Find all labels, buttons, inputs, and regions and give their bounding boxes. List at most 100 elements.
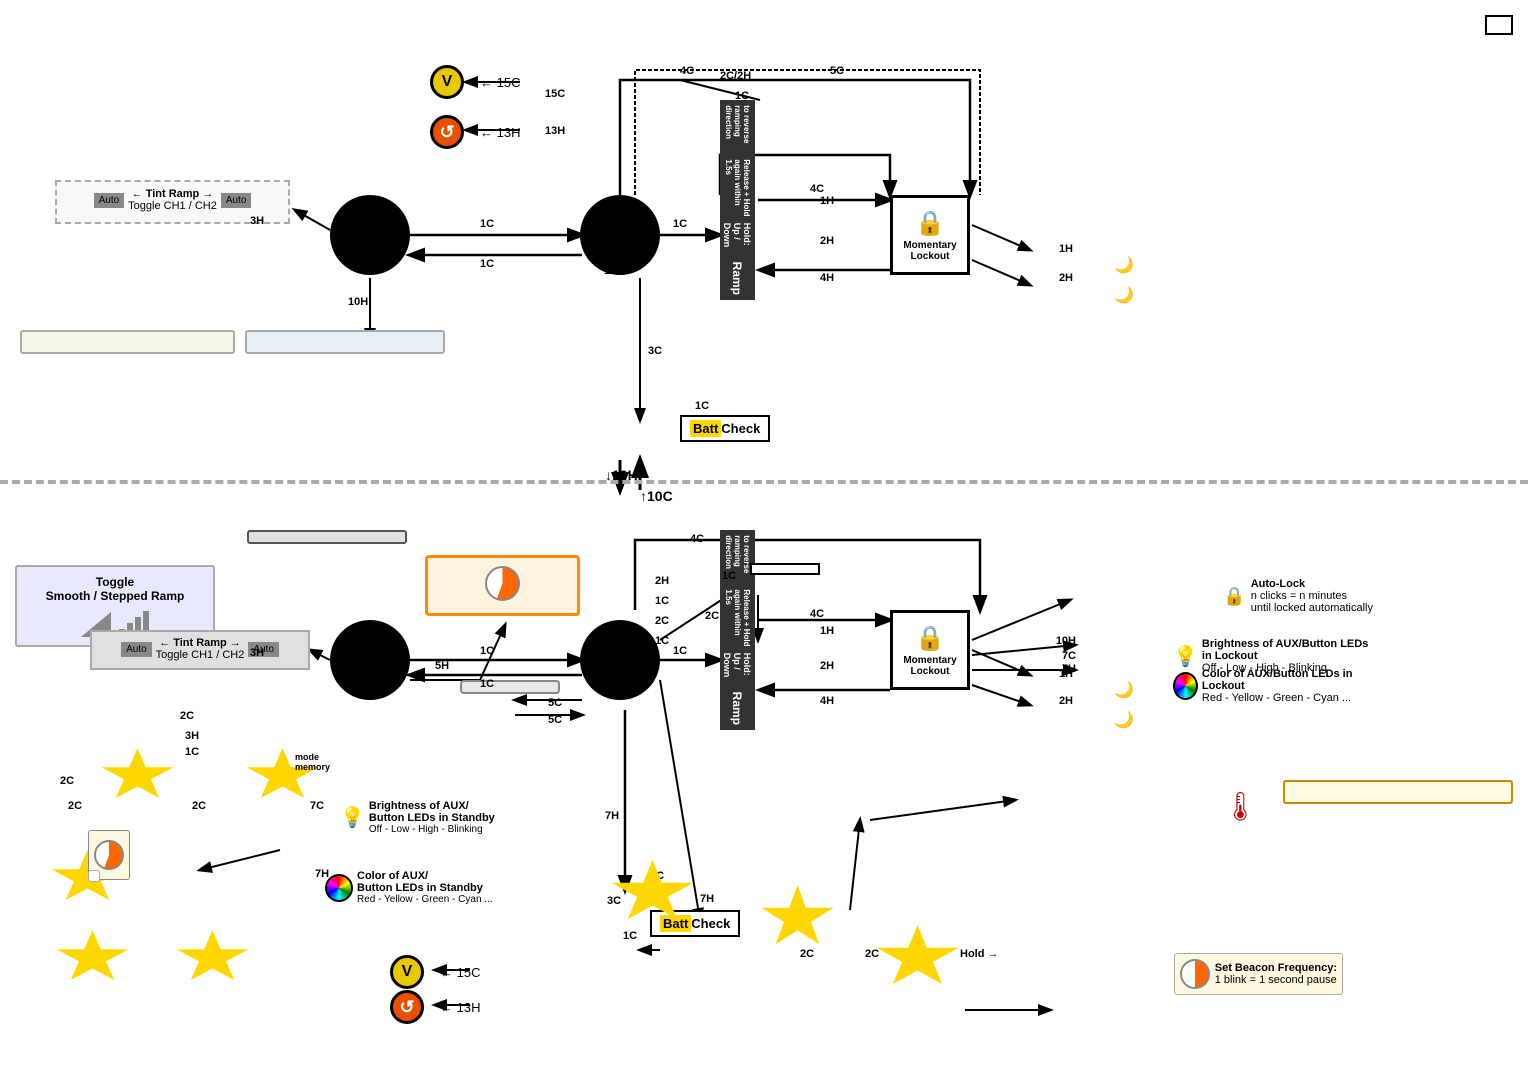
1c-off-on-simple: 1C <box>480 258 494 270</box>
color-wheel-lockout <box>1173 672 1198 700</box>
1c-batt-adv: 1C <box>623 930 637 942</box>
factory-reset-icon: ↺ <box>430 115 464 149</box>
on-state-simple <box>330 195 410 275</box>
lock-icon-simple: 🔒 <box>915 209 945 238</box>
manual-mem-box <box>245 330 445 354</box>
aux-bright-standby-title: Brightness of AUX/ <box>369 800 495 812</box>
sunset-pie-chart <box>485 566 520 601</box>
tint-ramp-label: ← Tint Ramp →Toggle CH1 / CH2 <box>128 188 217 212</box>
7h-aux-color-standby: 7H <box>315 868 329 880</box>
factory-reset-13h: ← 13H <box>480 125 520 140</box>
aux-color-title: Color of AUX/Button LEDs in Lockout <box>1202 668 1373 692</box>
off-state-simple <box>580 195 660 275</box>
aux-color-standby-title2: Button LEDs in Standby <box>357 882 493 894</box>
10h-autolock: 10H <box>1056 635 1076 647</box>
15c-simple: 15C <box>545 88 565 100</box>
on-state-advanced <box>330 620 410 700</box>
2c-2h-label: 2C/2H <box>720 70 751 82</box>
lightning-node <box>100 748 175 803</box>
moon-icon-low-advanced: 🌙 <box>1114 710 1134 730</box>
aux-bright-standby-desc: Off - Low - High - Blinking <box>369 824 495 835</box>
5c-top-simple: 5C <box>830 65 844 77</box>
version-check-simple: V ← 15C <box>430 65 520 99</box>
hold-beacon: Hold → <box>960 948 999 960</box>
2h-lock-simple: 2H <box>1059 272 1073 284</box>
actions-box <box>1485 15 1513 35</box>
1h-ramp-adv: 1H <box>820 625 834 637</box>
3c-batt-advanced: 3C <box>607 895 621 907</box>
2c-strobe4: 2C <box>192 800 206 812</box>
version-check-icon: V <box>430 65 464 99</box>
tint-ramp-advanced: Auto ← Tint Ramp →Toggle CH1 / CH2 Auto <box>90 630 310 670</box>
4c-ramp-lockout-advanced: 4C <box>810 608 824 620</box>
1c-off-on-advanced: 1C <box>480 678 494 690</box>
strobe-actions-box <box>88 870 100 882</box>
batt-check-advanced: BattCheck <box>650 910 740 937</box>
color-wheel-standby <box>325 874 353 902</box>
2h-ramp-adv: 2H <box>820 660 834 672</box>
4c-ramp-lockout-simple: 4C <box>810 183 824 195</box>
aux-color-desc: Red - Yellow - Green - Cyan ... <box>1202 692 1373 704</box>
10h-label: 10H <box>348 296 368 308</box>
check-label-advanced: Check <box>691 916 730 931</box>
moon-icon-advanced: 🌙 <box>1114 680 1134 700</box>
activate-mem-box <box>247 530 407 544</box>
momentary-lockout-label-advanced: Momentary Lockout <box>899 655 961 677</box>
1c-label-top: 1C <box>735 90 749 102</box>
3h-on-tint: 3H <box>250 215 264 227</box>
mode-label: mode <box>295 752 319 762</box>
factory-reset-advanced: ↺ ← 13H <box>390 990 480 1024</box>
auto-label-left: Auto <box>94 193 125 208</box>
4h-lockout-off-simple: 4H <box>820 272 834 284</box>
1c-candle: 1C <box>185 746 199 758</box>
5h-sunset: 5H <box>435 660 449 672</box>
2h-off-adv: 2H <box>655 575 669 587</box>
7h-voltage: 7H <box>700 893 714 905</box>
aux-bright-standby-title2: Button LEDs in Standby <box>369 812 495 824</box>
ramp-simple: Ramp Hold: Up / Down Release + Hold agai… <box>720 100 755 300</box>
beacon-freq-note: 1 blink = 1 second pause <box>1215 974 1337 986</box>
candle-pie-chart <box>94 840 124 870</box>
factory-reset-icon-adv: ↺ <box>390 990 424 1024</box>
temp-check-box: 🌡 <box>1222 790 1258 823</box>
moon-icon-simple: 🌙 <box>1114 255 1134 275</box>
10h-down-label: ↓10H <box>605 467 638 483</box>
7c-aux-bright: 7C <box>1062 650 1076 662</box>
3h-on-adv: 3H <box>250 647 264 659</box>
beacon-node <box>875 925 960 990</box>
5c-momentary: 5C <box>548 697 562 709</box>
memory-label: memory <box>295 762 330 772</box>
1c-batt-back-simple: 1C <box>695 400 709 412</box>
autolock-desc: n clicks = n minutes <box>1251 590 1373 602</box>
sunset-box <box>425 555 580 616</box>
moonlight-advanced: 🌙 <box>1114 680 1138 700</box>
moonlight-simple: 🌙 <box>1114 255 1138 275</box>
2c-sos: 2C <box>800 948 814 960</box>
low-simple: 🌙 <box>1114 285 1138 305</box>
2c-beacon: 2C <box>865 948 879 960</box>
4c-top-simple: 4C <box>680 65 694 77</box>
autolock-desc2: until locked automatically <box>1251 602 1373 614</box>
aux-bright-title: Brightness of AUX/Button LEDs in Lockout <box>1202 638 1373 662</box>
off-state-advanced <box>580 620 660 700</box>
factory-13h-adv: ← 13H <box>440 1000 480 1015</box>
beacon-pie-chart <box>1180 959 1210 989</box>
version-check-15c: ← 15C <box>480 75 520 90</box>
1h-ramp-dir: 1H <box>820 195 834 207</box>
batt-check-simple: BattCheck <box>680 415 770 442</box>
check-label-simple: Check <box>721 421 760 436</box>
4c-adv-top: 4C <box>690 533 704 545</box>
3h-candle: 3H <box>185 730 199 742</box>
10c-up-label: ↑10C <box>640 488 673 504</box>
aux-color-lockout: Color of AUX/Button LEDs in Lockout Red … <box>1173 668 1373 704</box>
separator-line <box>0 480 1528 484</box>
2c-turbo: 2C <box>705 610 719 622</box>
1c-off-adv: 1C <box>655 595 669 607</box>
toggle-ramp-label: Toggle <box>25 575 205 589</box>
7h-aux-color: 7H <box>1062 663 1076 675</box>
lock-icon-advanced: 🔒 <box>915 624 945 653</box>
2c-strobe2: 2C <box>60 775 74 787</box>
5c-momentary-back: 5C <box>548 714 562 726</box>
version-check-advanced: V ← 15C <box>390 955 480 989</box>
lockout-advanced: 🔒 Momentary Lockout <box>890 610 970 690</box>
